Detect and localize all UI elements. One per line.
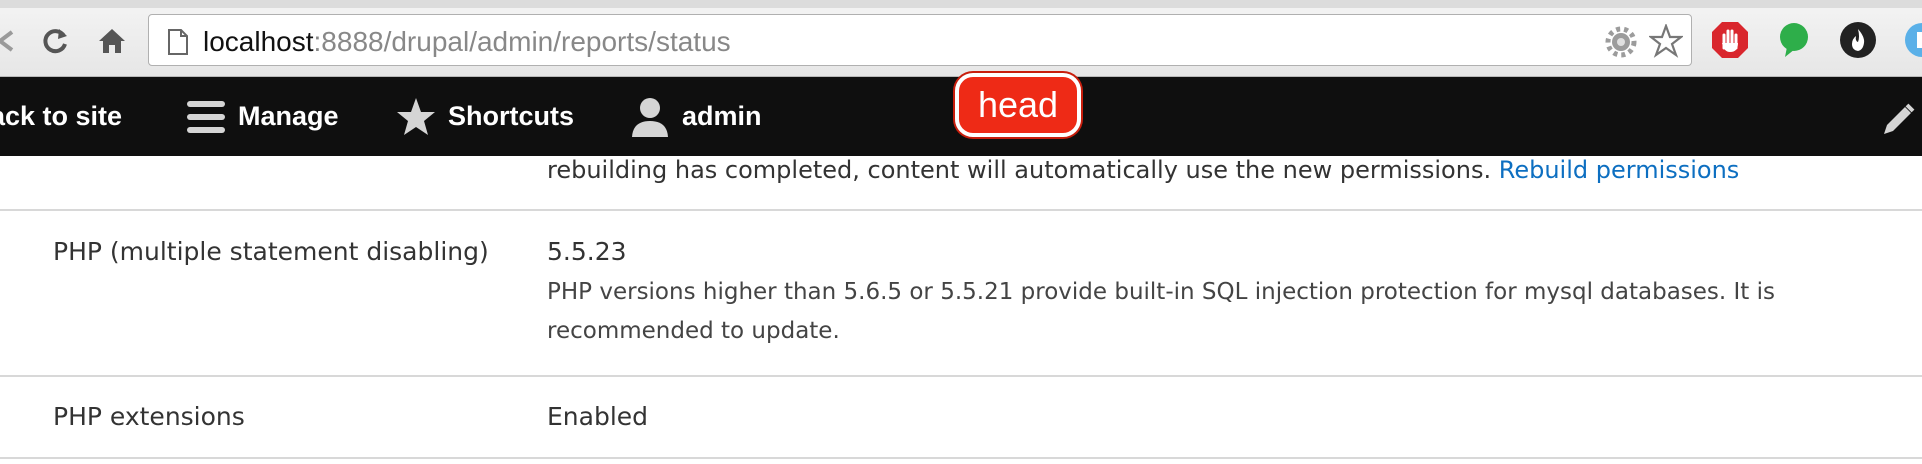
admin-label: admin [682,101,762,131]
row-value: Enabled [547,402,649,431]
toolbar-user[interactable]: admin [630,77,762,156]
row-value: 5.5.23 [547,237,627,266]
back-icon[interactable] [0,22,24,60]
row-description: rebuilding has completed, content will a… [547,156,1739,184]
adblock-icon[interactable] [1708,18,1752,62]
back-to-site-label: ack to site [0,101,123,131]
toolbar-manage[interactable]: Manage [186,77,339,156]
reload-icon[interactable] [36,22,74,60]
extension-icon[interactable] [1896,18,1922,62]
browser-chrome: localhost:8888/drupal/admin/reports/stat… [0,0,1922,77]
row-label: PHP (multiple statement disabling) [53,237,489,266]
row-detail: PHP versions higher than 5.6.5 or 5.5.21… [547,279,1776,344]
table-row: PHP (multiple statement disabling) 5.5.2… [0,211,1922,377]
url-text: localhost:8888/drupal/admin/reports/stat… [203,26,731,57]
shortcuts-label: Shortcuts [448,101,575,131]
manage-label: Manage [238,101,339,131]
bookmark-star-icon[interactable] [1647,22,1685,62]
table-row: rebuilding has completed, content will a… [0,156,1922,211]
fire-icon[interactable] [1836,18,1880,62]
back-to-site-link[interactable]: ack to site [0,77,122,156]
pencil-icon[interactable] [1880,102,1916,142]
toolbar-shortcuts[interactable]: Shortcuts [396,77,574,156]
annotation-label: head [977,84,1059,125]
star-icon [397,97,435,135]
annotation-badge: head [955,73,1081,137]
tab-strip-edge [0,0,1922,8]
user-icon [632,97,668,137]
chat-icon[interactable] [1772,18,1816,62]
home-icon[interactable] [93,22,131,60]
address-bar[interactable]: localhost:8888/drupal/admin/reports/stat… [148,14,1692,66]
page-icon [167,29,189,59]
settings-gear-icon[interactable] [1605,26,1637,62]
row-label: PHP extensions [53,402,245,431]
rebuild-permissions-link[interactable]: Rebuild permissions [1499,156,1740,184]
table-row: PHP extensions Enabled [0,377,1922,459]
description-text: rebuilding has completed, content will a… [547,156,1492,184]
hamburger-icon [187,100,225,133]
